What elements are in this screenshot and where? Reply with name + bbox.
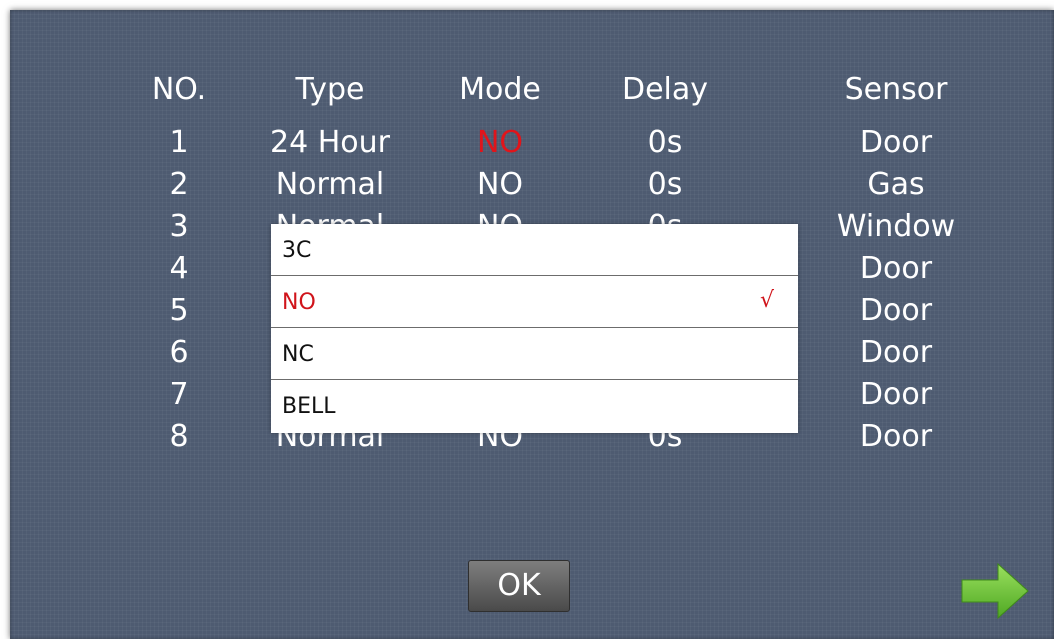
cell-sensor: Gas	[867, 167, 925, 202]
mode-option-label: NO	[282, 290, 316, 315]
mode-option-label: 3C	[282, 238, 312, 263]
mode-option-no[interactable]: NO √	[271, 276, 798, 328]
cell-no: 1	[169, 125, 189, 160]
next-button[interactable]	[960, 562, 1030, 620]
mode-option-3c[interactable]: 3C	[271, 224, 798, 276]
cell-sensor: Door	[859, 293, 933, 328]
cell-mode: NO	[476, 167, 524, 202]
cell-type: Normal	[275, 167, 385, 202]
cell-no: 5	[169, 293, 189, 328]
header-type: Type	[295, 72, 365, 107]
cell-sensor: Door	[859, 377, 933, 412]
cell-sensor: Door	[859, 125, 933, 160]
cell-no: 8	[169, 419, 189, 454]
cell-no: 2	[169, 167, 189, 202]
cell-sensor: Door	[859, 419, 933, 454]
cell-delay: 0s	[647, 125, 683, 160]
mode-option-bell[interactable]: BELL	[271, 380, 798, 433]
header-delay: Delay	[621, 72, 709, 107]
check-icon: √	[759, 288, 774, 313]
mode-option-label: BELL	[282, 394, 336, 419]
cell-mode: NO	[476, 125, 524, 160]
mode-settings-screen: NO. Type Mode Delay Sensor 1 24 Hour NO 0s Door 2 N…	[10, 10, 1054, 639]
mode-option-nc[interactable]: NC	[271, 328, 798, 380]
cell-sensor: Window	[836, 209, 956, 244]
cell-no: 3	[169, 209, 189, 244]
cell-sensor: Door	[859, 251, 933, 286]
cell-sensor: Door	[859, 335, 933, 370]
mode-popup: 3C NO √ NC BELL	[271, 224, 798, 433]
cell-no: 4	[169, 251, 189, 286]
header-sensor: Sensor	[844, 72, 948, 107]
cell-type: 24 Hour	[270, 125, 390, 160]
right-arrow-icon	[961, 562, 1029, 620]
ok-button[interactable]: OK	[468, 560, 570, 612]
mode-option-label: NC	[282, 342, 314, 367]
cell-no: 6	[169, 335, 189, 370]
cell-no: 7	[169, 377, 189, 412]
cell-delay: 0s	[647, 167, 683, 202]
header-no: NO.	[151, 72, 207, 107]
header-mode: Mode	[459, 72, 541, 107]
